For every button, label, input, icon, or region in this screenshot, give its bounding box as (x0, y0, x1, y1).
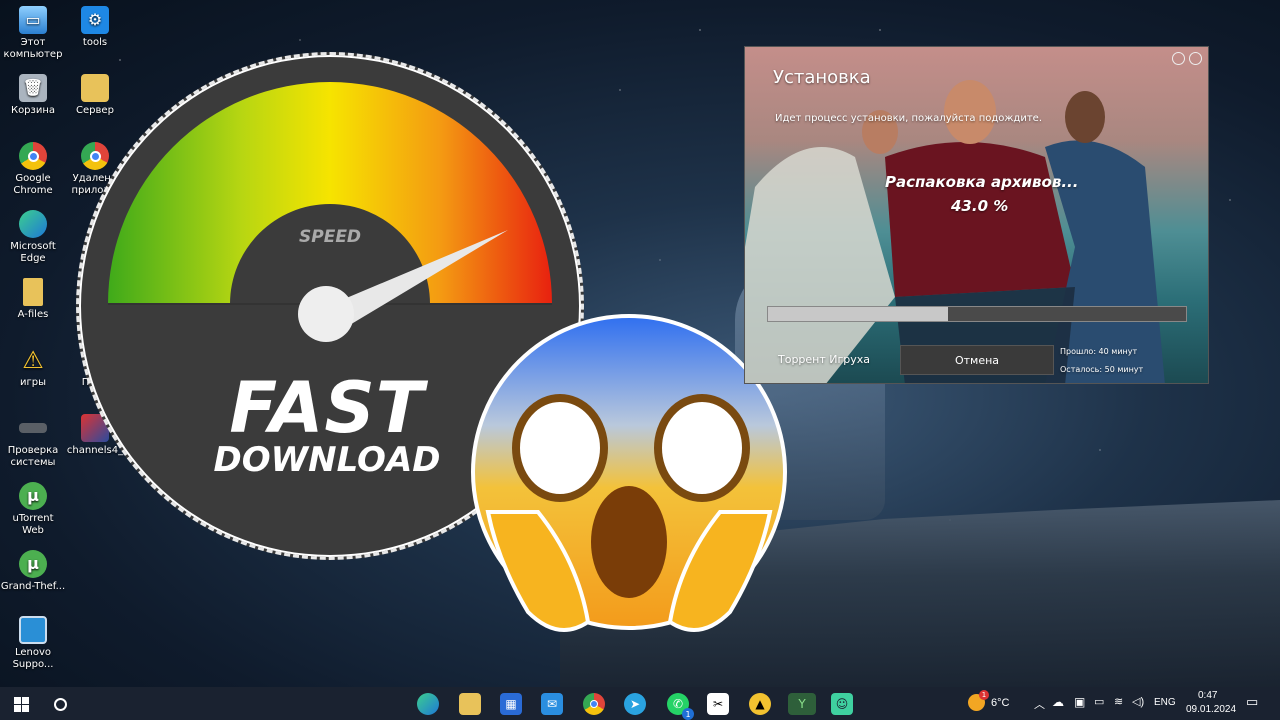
installer-subtitle: Идет процесс установки, пожалуйста подож… (775, 113, 1043, 124)
whatsapp-icon: ✆ (672, 697, 684, 711)
taskbar-mail[interactable]: ✉ (541, 693, 563, 715)
taskbar-discord[interactable]: ☺ (831, 693, 853, 715)
desktop-icon-label: Grand-Thef... (0, 581, 66, 592)
minimize-button[interactable] (1172, 52, 1185, 65)
gauge-arc (108, 82, 552, 304)
file-icon (23, 278, 43, 306)
clock-date[interactable]: 09.01.2024 (1186, 704, 1236, 715)
utorrent-icon: µ (19, 482, 47, 510)
close-button[interactable] (1189, 52, 1202, 65)
wifi-icon[interactable]: ≋ (1114, 695, 1123, 708)
recycle-bin-icon: 🗑 (19, 74, 47, 102)
chrome-icon (590, 700, 598, 708)
search-button[interactable] (49, 693, 71, 715)
start-button[interactable] (10, 693, 32, 715)
desktop-icon-chrome[interactable]: Google Chrome (0, 142, 66, 197)
taskbar: ▦ ✉ ➤ ✆ 1 ✂ ▲ Y ☺ 1 6°C ︿ ☁ ▣ ▭ ≋ ◁) ENG… (0, 687, 1280, 720)
onedrive-icon[interactable]: ☁ (1052, 695, 1064, 709)
desktop-icon-label: Lenovo Suppo... (12, 647, 54, 670)
desktop-icon-edge[interactable]: Microsoft Edge (0, 210, 66, 265)
weather-moon-icon: 1 (968, 690, 989, 711)
language-indicator[interactable]: ENG (1154, 697, 1176, 708)
weather-temp: 6°C (991, 696, 1010, 709)
installer-window: Установка Идет процесс установки, пожалу… (744, 46, 1209, 384)
desktop-icon-label: Google Chrome (13, 173, 53, 196)
desktop-icon-label: A-files (17, 309, 49, 320)
percent-text: 43.0 % (951, 197, 1009, 215)
installer-title: Установка (773, 67, 871, 88)
desktop-icon-label: Проверка системы (7, 445, 59, 468)
search-icon (53, 697, 67, 711)
mail-icon: ✉ (546, 697, 558, 711)
desktop-icon-tools[interactable]: ⚙ tools (62, 6, 128, 49)
speed-label: SPEED (299, 227, 362, 247)
desktop-icon-utorrent[interactable]: µ uTorrent Web (0, 482, 66, 537)
discord-icon: ☺ (835, 697, 849, 711)
elapsed-time: Прошло: 40 минут (1060, 347, 1138, 356)
publisher-label: Торрент Игруха (778, 353, 871, 366)
desktop-icon-recycle-bin[interactable]: 🗑 Корзина (0, 74, 66, 117)
windows-icon (13, 696, 29, 712)
status-text: Распаковка архивов... (885, 173, 1079, 191)
clock-time[interactable]: 0:47 (1198, 690, 1217, 701)
lenovo-icon (19, 616, 47, 644)
capcut-icon: ✂ (712, 697, 724, 711)
cancel-button[interactable]: Отмена (900, 345, 1054, 375)
desktop-icon-system-check[interactable]: Проверка системы (0, 414, 66, 469)
remaining-time: Осталось: 50 минут (1060, 365, 1144, 374)
notification-icon[interactable]: ▭ (1246, 694, 1258, 710)
weather-widget[interactable]: 1 6°C (968, 690, 1010, 711)
progress-fill (768, 307, 948, 321)
taskbar-active-app[interactable]: Y (788, 693, 816, 715)
gauge-hub (298, 286, 354, 342)
screaming-face-emoji (471, 314, 787, 632)
desktop-icon-label: uTorrent Web (12, 513, 54, 536)
chrome-icon (19, 142, 47, 170)
desktop-icon-gta[interactable]: µ Grand-Thef... (0, 550, 66, 593)
desktop-icon-lenovo[interactable]: Lenovo Suppo... (0, 616, 66, 671)
desktop-icon-this-pc[interactable]: ▭ Этот компьютер (0, 6, 66, 61)
desktop-icon-label: Этот компьютер (3, 37, 63, 60)
store-icon: ▦ (505, 697, 517, 711)
taskbar-edge[interactable] (417, 693, 439, 715)
tray-overflow-icon[interactable]: ︿ (1034, 696, 1045, 712)
desktop-icon-a-files[interactable]: A-files (0, 278, 66, 321)
warning-icon: ⚠ (22, 346, 44, 374)
taskbar-explorer[interactable] (459, 693, 481, 715)
game-characters-art (745, 80, 1165, 383)
taskbar-chrome[interactable] (583, 693, 605, 715)
weather-badge: 1 (979, 690, 989, 700)
battery-icon[interactable]: ▭ (1094, 695, 1104, 708)
desktop-icon-label: tools (82, 37, 108, 48)
computer-icon: ▭ (19, 6, 47, 34)
desktop-icon-label: Microsoft Edge (10, 241, 56, 264)
whatsapp-badge: 1 (682, 708, 694, 720)
taskbar-telegram[interactable]: ➤ (624, 693, 646, 715)
taskbar-store[interactable]: ▦ (500, 693, 522, 715)
edge-icon (19, 210, 47, 238)
progress-bar (767, 306, 1187, 322)
utorrent-icon: µ (19, 550, 47, 578)
app-icon: ▲ (755, 697, 765, 711)
desktop-icon-games[interactable]: ⚠ игры (0, 346, 66, 389)
telegram-icon: ➤ (629, 697, 641, 711)
taskbar-app[interactable]: ▲ (749, 693, 771, 715)
window-controls (1172, 52, 1202, 65)
tray-app-icon[interactable]: ▣ (1074, 695, 1085, 709)
desktop-icon-label: Корзина (10, 105, 56, 116)
taskbar-whatsapp[interactable]: ✆ 1 (667, 693, 694, 720)
chip-icon (19, 423, 47, 433)
taskbar-capcut[interactable]: ✂ (707, 693, 729, 715)
volume-icon[interactable]: ◁) (1132, 695, 1144, 708)
terminal-icon: Y (798, 697, 806, 711)
gear-icon: ⚙ (81, 6, 109, 34)
desktop-icon-label: игры (20, 377, 46, 388)
